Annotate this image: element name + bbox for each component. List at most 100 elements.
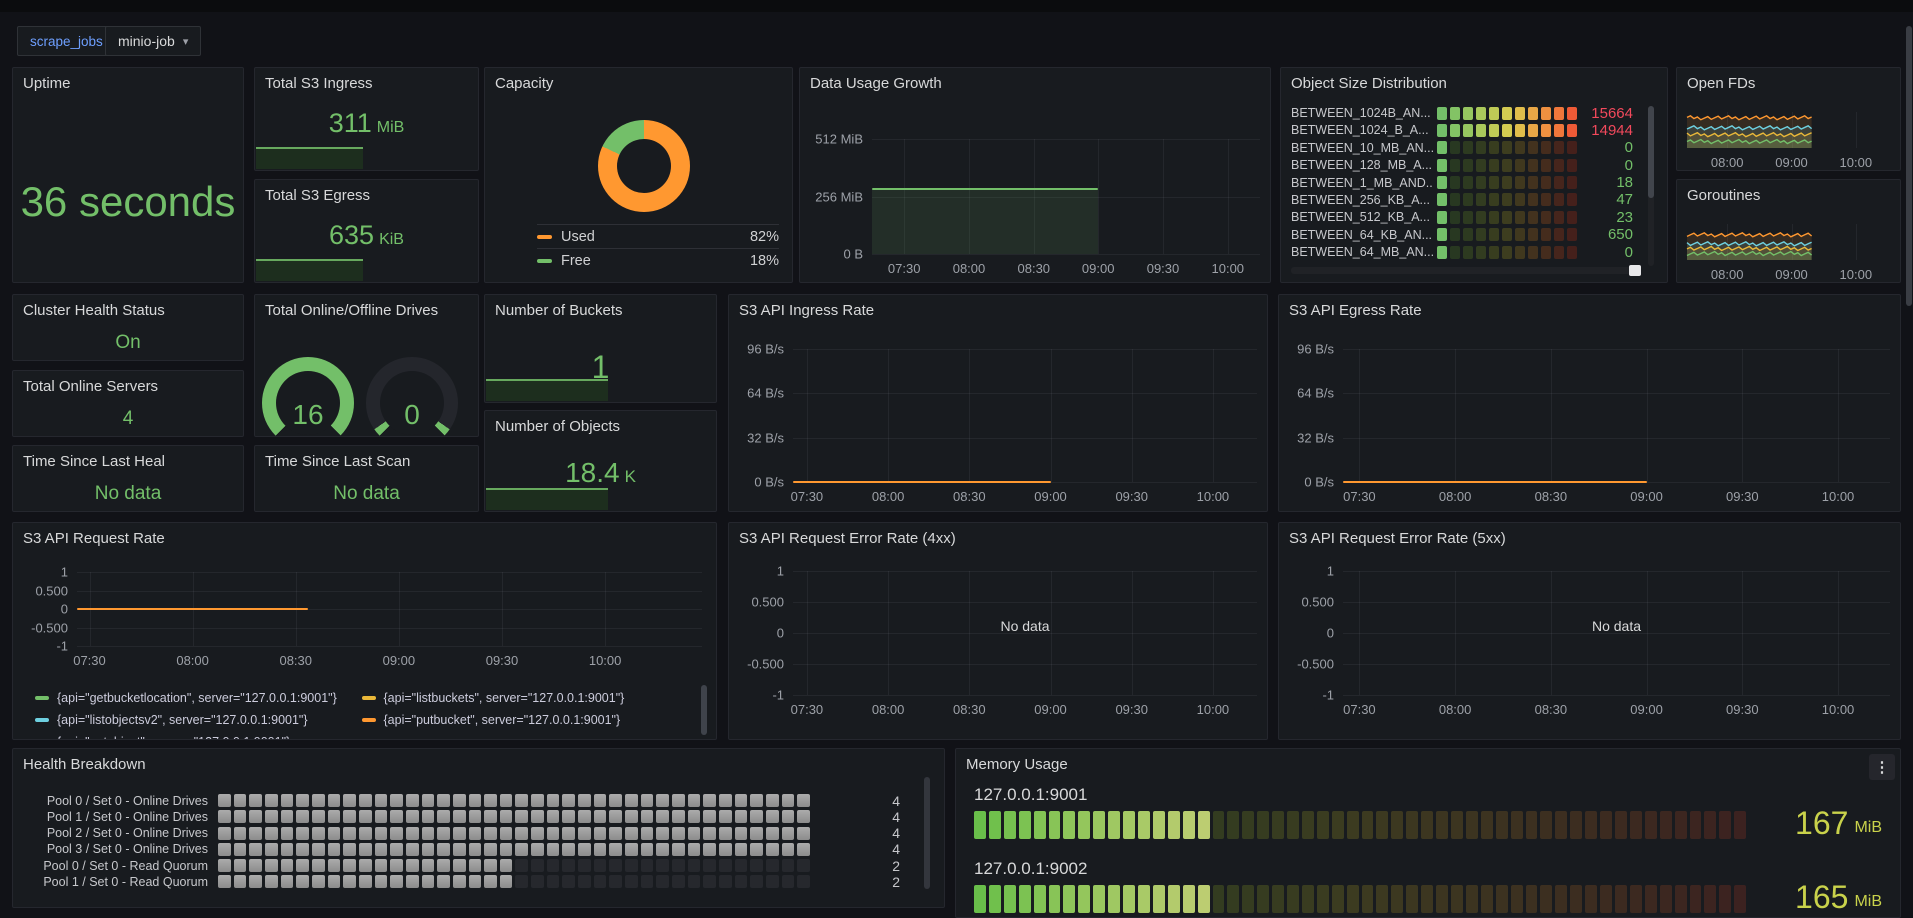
led-cell	[1463, 246, 1473, 259]
led-cell	[1302, 811, 1314, 839]
panel-title[interactable]: Time Since Last Scan	[265, 453, 468, 470]
led-cell	[609, 859, 622, 872]
led-cell	[265, 827, 278, 840]
led-cell	[500, 859, 513, 872]
legend-series-label: {api="putbucket", server="127.0.0.1:9001…	[384, 713, 621, 727]
led-cell	[797, 843, 810, 856]
panel-title[interactable]: Total S3 Ingress	[265, 75, 468, 92]
led-cell	[328, 843, 341, 856]
led-cell	[1213, 811, 1225, 839]
led-cell	[281, 859, 294, 872]
panel-title[interactable]: S3 API Request Error Rate (5xx)	[1289, 530, 1890, 547]
panel-title[interactable]: Capacity	[495, 75, 782, 92]
vertical-scrollbar[interactable]	[1648, 106, 1654, 266]
x-axis-label: 09:00	[1034, 702, 1067, 717]
led-cell	[766, 859, 779, 872]
led-cell	[594, 859, 607, 872]
led-cell	[234, 859, 247, 872]
y-axis-label: 0 B/s	[754, 475, 784, 490]
x-axis-label: 10:00	[1197, 489, 1230, 504]
led-cell	[1630, 885, 1642, 913]
led-cell	[703, 810, 716, 823]
object-size-rows: BETWEEN_1024B_AN...15664BETWEEN_1024_B_A…	[1291, 106, 1641, 263]
led-cell	[328, 827, 341, 840]
variable-value-dropdown[interactable]: minio-job ▾	[105, 26, 201, 56]
panel-title[interactable]: Object Size Distribution	[1291, 75, 1657, 92]
led-cell	[281, 810, 294, 823]
last-heal-value: No data	[13, 483, 243, 505]
health-breakdown-row: Pool 3 / Set 0 - Online Drives4	[23, 843, 900, 856]
led-bar	[1437, 211, 1577, 224]
scrollbar-thumb[interactable]	[1906, 26, 1912, 306]
panel-title[interactable]: Uptime	[23, 75, 233, 92]
led-cell	[1511, 811, 1523, 839]
page-scrollbar[interactable]	[1905, 12, 1913, 895]
legend-item[interactable]: {api="putbucket", server="127.0.0.1:9001…	[362, 709, 689, 731]
led-cell	[625, 827, 638, 840]
panel-title[interactable]: Cluster Health Status	[23, 302, 233, 319]
led-cell	[1302, 885, 1314, 913]
led-cell	[1153, 811, 1165, 839]
panel-title[interactable]: S3 API Ingress Rate	[739, 302, 1257, 319]
gridline	[1132, 349, 1133, 482]
series-line	[872, 188, 1098, 190]
horizontal-scrollbar[interactable]	[1291, 267, 1641, 274]
led-cell	[703, 827, 716, 840]
variable-label-chip[interactable]: scrape_jobs	[17, 26, 116, 56]
x-axis-label: 09:00	[1630, 489, 1663, 504]
vertical-scrollbar[interactable]	[924, 777, 930, 889]
led-cell	[1153, 885, 1165, 913]
led-cell	[782, 827, 795, 840]
panel-title[interactable]: Time Since Last Heal	[23, 453, 233, 470]
led-cell	[656, 843, 669, 856]
led-cell	[594, 875, 607, 888]
object-size-label: BETWEEN_128_MB_A...	[1291, 158, 1433, 172]
led-cell	[1567, 211, 1577, 224]
gridline	[1132, 571, 1133, 695]
led-cell	[312, 794, 325, 807]
legend-item[interactable]: {api="putobject", server="127.0.0.1:9001…	[35, 731, 362, 740]
legend-scrollbar[interactable]	[701, 685, 707, 735]
x-axis-label: 10:00	[589, 653, 622, 668]
led-cell	[735, 810, 748, 823]
browser-top-strip	[0, 0, 1913, 12]
panel-title[interactable]: S3 API Egress Rate	[1289, 302, 1890, 319]
gridline	[1838, 349, 1839, 482]
led-cell	[1489, 124, 1499, 137]
scrollbar-handle[interactable]	[1629, 265, 1641, 276]
led-cell	[1502, 176, 1512, 189]
panel-title[interactable]: Health Breakdown	[23, 756, 934, 773]
panel-title[interactable]: Data Usage Growth	[810, 75, 1260, 92]
legend-item[interactable]: {api="listobjectsv2", server="127.0.0.1:…	[35, 709, 362, 731]
gridline	[1551, 571, 1552, 695]
panel-title[interactable]: Total Online Servers	[23, 378, 233, 395]
panel-title[interactable]: Total Online/Offline Drives	[265, 302, 468, 319]
panel-title[interactable]: Goroutines	[1687, 187, 1890, 204]
led-cell	[1391, 885, 1403, 913]
legend-item[interactable]: {api="listbuckets", server="127.0.0.1:90…	[362, 687, 689, 709]
y-axis-label: -0.500	[1297, 657, 1334, 672]
panel-title[interactable]: Number of Buckets	[495, 302, 706, 319]
gridline	[1343, 571, 1890, 572]
led-cell	[515, 810, 528, 823]
led-cell	[1421, 811, 1433, 839]
led-cell	[1463, 124, 1473, 137]
panel-title[interactable]: Open FDs	[1687, 75, 1890, 92]
panel-title[interactable]: Total S3 Egress	[265, 187, 468, 204]
sparkline-chart	[1687, 224, 1888, 260]
legend-row-used[interactable]: Used 82%	[537, 224, 779, 248]
panel-s3-api-request-rate: S3 API Request Rate 10.5000-0.500-107:30…	[12, 522, 717, 740]
panel-title[interactable]: S3 API Request Rate	[23, 530, 706, 547]
panel-title[interactable]: Number of Objects	[495, 418, 706, 435]
scrollbar-thumb[interactable]	[1648, 106, 1654, 198]
led-cell	[1049, 885, 1061, 913]
legend-item[interactable]: {api="getbucketlocation", server="127.0.…	[35, 687, 362, 709]
health-row-value: 2	[858, 874, 900, 890]
legend-row-free[interactable]: Free 18%	[537, 248, 779, 272]
y-axis-label: 0	[61, 602, 68, 617]
panel-title[interactable]: S3 API Request Error Rate (4xx)	[739, 530, 1257, 547]
health-row-label: Pool 1 / Set 0 - Online Drives	[23, 810, 218, 824]
led-cell	[1515, 193, 1525, 206]
led-cell	[406, 875, 419, 888]
led-cell	[1502, 211, 1512, 224]
